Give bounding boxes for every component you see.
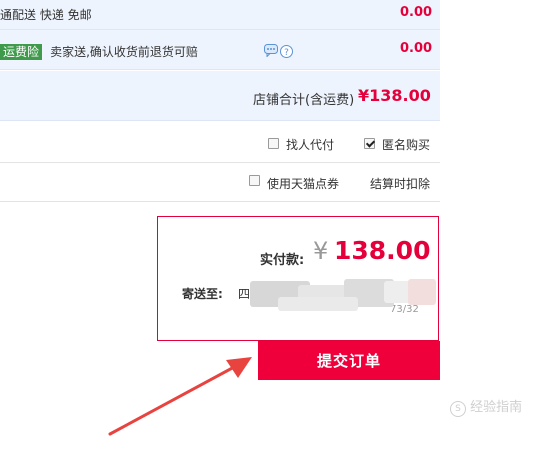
watermark-text: 经验指南 — [470, 400, 523, 415]
watermark-logo-icon: S — [450, 401, 466, 417]
arrow-annotation — [108, 357, 252, 436]
watermark: S 经验指南 — [450, 396, 522, 417]
